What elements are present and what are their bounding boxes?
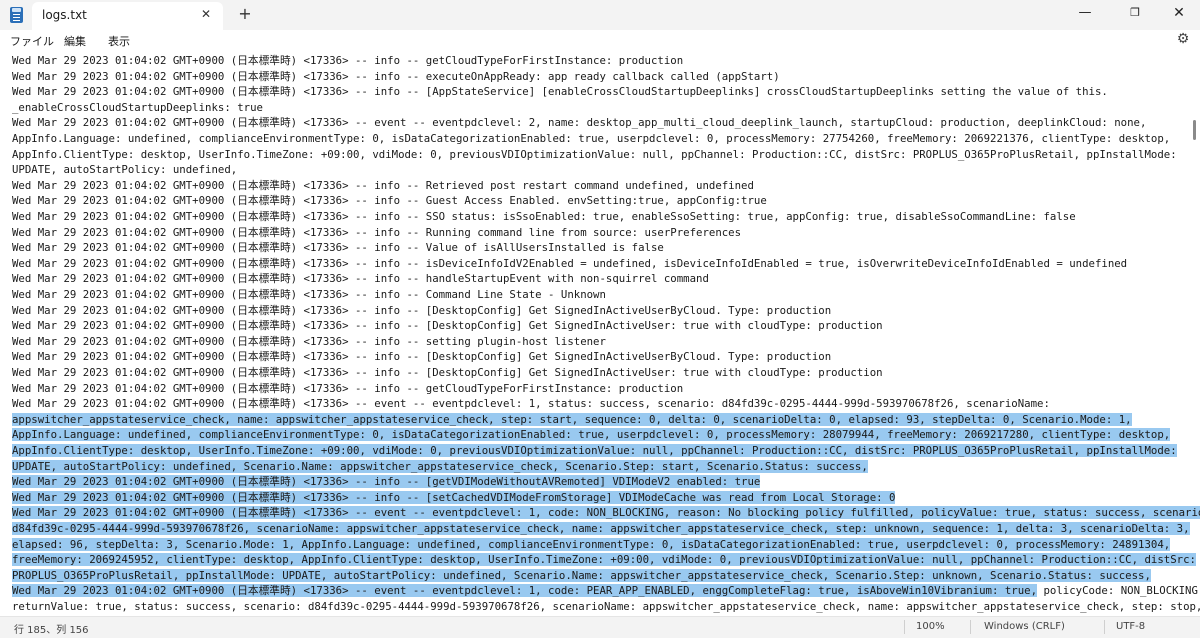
line-text: AppInfo.ClientType: desktop, UserInfo.Ti… (12, 147, 1177, 161)
line-text: Wed Mar 29 2023 01:04:02 GMT+0900 (日本標準時… (12, 194, 767, 208)
line-text: Wed Mar 29 2023 01:04:02 GMT+0900 (日本標準時… (12, 54, 684, 67)
selected-text: elapsed: 96, stepDelta: 3, Scenario.Mode… (12, 537, 1171, 551)
cursor-position: 行 185、列 156 (14, 625, 89, 636)
maximize-button[interactable]: ❐ (1112, 0, 1158, 30)
line-text: Wed Mar 29 2023 01:04:02 GMT+0900 (日本標準時… (12, 116, 1147, 130)
notepad-icon (10, 7, 23, 23)
line-text: UPDATE, autoStartPolicy: undefined, (12, 163, 238, 177)
text-line: appswitcher_appstateservice_check, name:… (12, 412, 1132, 428)
line-text: Wed Mar 29 2023 01:04:02 GMT+0900 (日本標準時… (12, 225, 742, 239)
text-line: Wed Mar 29 2023 01:04:02 GMT+0900 (日本標準時… (12, 303, 831, 319)
selected-text: AppInfo.Language: undefined, complianceE… (12, 428, 1171, 442)
zoom-level[interactable]: 100% (916, 621, 945, 632)
menu-file[interactable]: ファイル (10, 33, 54, 49)
text-line: elapsed: 96, stepDelta: 3, Scenario.Mode… (12, 537, 1171, 553)
selected-text: Wed Mar 29 2023 01:04:02 GMT+0900 (日本標準時… (12, 475, 761, 489)
close-window-button[interactable]: ✕ (1156, 0, 1200, 30)
new-tab-icon[interactable]: + (236, 4, 254, 24)
minimize-button[interactable]: — (1062, 0, 1108, 30)
selected-text: Wed Mar 29 2023 01:04:02 GMT+0900 (日本標準時… (12, 584, 1038, 598)
text-line: Wed Mar 29 2023 01:04:02 GMT+0900 (日本標準時… (12, 583, 1200, 599)
status-divider (1104, 620, 1105, 634)
line-text: Wed Mar 29 2023 01:04:02 GMT+0900 (日本標準時… (12, 210, 1076, 223)
line-text: Wed Mar 29 2023 01:04:02 GMT+0900 (日本標準時… (12, 350, 832, 364)
selected-text: PROPLUS_O365ProPlusRetail, ppInstallMode… (12, 568, 1151, 582)
text-line: Wed Mar 29 2023 01:04:02 GMT+0900 (日本標準時… (12, 365, 883, 381)
text-line: AppInfo.ClientType: desktop, UserInfo.Ti… (12, 147, 1177, 163)
text-line: Wed Mar 29 2023 01:04:02 GMT+0900 (日本標準時… (12, 240, 664, 256)
line-text: returnValue: true, status: success, scen… (12, 600, 1200, 613)
selected-text: freeMemory: 2069245952, clientType: desk… (12, 553, 1196, 567)
status-divider (904, 620, 905, 634)
line-text: Wed Mar 29 2023 01:04:02 GMT+0900 (日本標準時… (12, 288, 606, 301)
text-line: AppInfo.ClientType: desktop, UserInfo.Ti… (12, 443, 1177, 459)
encoding[interactable]: UTF-8 (1116, 621, 1145, 632)
selected-text: Wed Mar 29 2023 01:04:02 GMT+0900 (日本標準時… (12, 506, 1200, 520)
vertical-scrollbar[interactable] (1190, 52, 1200, 616)
line-text: Wed Mar 29 2023 01:04:02 GMT+0900 (日本標準時… (12, 303, 832, 317)
text-line: Wed Mar 29 2023 01:04:02 GMT+0900 (日本標準時… (12, 318, 883, 334)
close-tab-icon[interactable]: ✕ (197, 5, 215, 23)
line-text: _enableCrossCloudStartupDeeplinks: true (12, 100, 263, 114)
text-line: Wed Mar 29 2023 01:04:02 GMT+0900 (日本標準時… (12, 334, 606, 350)
text-editor[interactable]: Wed Mar 29 2023 01:04:02 GMT+0900 (日本標準時… (0, 52, 1200, 616)
line-text: Wed Mar 29 2023 01:04:02 GMT+0900 (日本標準時… (12, 178, 754, 192)
text-line: Wed Mar 29 2023 01:04:02 GMT+0900 (日本標準時… (12, 381, 683, 397)
text-line: Wed Mar 29 2023 01:04:02 GMT+0900 (日本標準時… (12, 209, 1076, 225)
text-line: returnValue: true, status: success, scen… (12, 599, 1200, 615)
text-line: Wed Mar 29 2023 01:04:02 GMT+0900 (日本標準時… (12, 474, 761, 490)
line-text: AppInfo.Language: undefined, complianceE… (12, 132, 1171, 145)
line-text: Wed Mar 29 2023 01:04:02 GMT+0900 (日本標準時… (12, 366, 883, 379)
text-line: _enableCrossCloudStartupDeeplinks: true (12, 100, 263, 116)
status-divider (970, 620, 971, 634)
text-line: Wed Mar 29 2023 01:04:02 GMT+0900 (日本標準時… (12, 193, 767, 209)
text-line: d84fd39c-0295-4444-999d-593970678f26, sc… (12, 521, 1190, 537)
line-text: policyCode: NON_BLOCKING, (1037, 584, 1200, 598)
text-line: Wed Mar 29 2023 01:04:02 GMT+0900 (日本標準時… (12, 490, 896, 506)
text-line: Wed Mar 29 2023 01:04:02 GMT+0900 (日本標準時… (12, 84, 1108, 100)
tab-title: logs.txt (42, 8, 87, 22)
selected-text: UPDATE, autoStartPolicy: undefined, Scen… (12, 459, 868, 473)
line-text: Wed Mar 29 2023 01:04:02 GMT+0900 (日本標準時… (12, 241, 664, 255)
text-line: Wed Mar 29 2023 01:04:02 GMT+0900 (日本標準時… (12, 271, 709, 287)
text-line: freeMemory: 2069245952, clientType: desk… (12, 552, 1196, 568)
text-line: UPDATE, autoStartPolicy: undefined, (12, 162, 237, 178)
scrollbar-thumb[interactable] (1193, 120, 1196, 140)
text-line: AppInfo.Language: undefined, complianceE… (12, 427, 1171, 443)
line-text: Wed Mar 29 2023 01:04:02 GMT+0900 (日本標準時… (12, 272, 709, 286)
text-line: Wed Mar 29 2023 01:04:02 GMT+0900 (日本標準時… (12, 349, 831, 365)
selected-text: d84fd39c-0295-4444-999d-593970678f26, sc… (12, 522, 1190, 535)
menu-bar: ファイル 編集 表示 ⚙ (0, 30, 1200, 52)
text-line: Wed Mar 29 2023 01:04:02 GMT+0900 (日本標準時… (12, 225, 741, 241)
line-text: Wed Mar 29 2023 01:04:02 GMT+0900 (日本標準時… (12, 256, 1128, 270)
menu-view[interactable]: 表示 (108, 33, 130, 49)
title-bar: logs.txt ✕ + — ❐ ✕ (0, 0, 1200, 30)
text-line: Wed Mar 29 2023 01:04:02 GMT+0900 (日本標準時… (12, 256, 1127, 272)
text-line: Wed Mar 29 2023 01:04:02 GMT+0900 (日本標準時… (12, 287, 606, 303)
line-text: Wed Mar 29 2023 01:04:02 GMT+0900 (日本標準時… (12, 381, 684, 395)
text-line: Wed Mar 29 2023 01:04:02 GMT+0900 (日本標準時… (12, 505, 1200, 521)
selected-text: AppInfo.ClientType: desktop, UserInfo.Ti… (12, 444, 1177, 457)
menu-edit[interactable]: 編集 (64, 33, 86, 49)
selected-text: appswitcher_appstateservice_check, name:… (12, 412, 1132, 426)
text-line: Wed Mar 29 2023 01:04:02 GMT+0900 (日本標準時… (12, 178, 754, 194)
text-line: Wed Mar 29 2023 01:04:02 GMT+0900 (日本標準時… (12, 53, 683, 69)
settings-gear-icon[interactable]: ⚙ (1174, 30, 1192, 48)
line-text: Wed Mar 29 2023 01:04:02 GMT+0900 (日本標準時… (12, 85, 1108, 99)
line-ending[interactable]: Windows (CRLF) (984, 621, 1065, 632)
tab-logs-txt[interactable]: logs.txt ✕ (32, 2, 223, 30)
status-bar: 行 185、列 156 100% Windows (CRLF) UTF-8 (0, 616, 1200, 638)
line-text: Wed Mar 29 2023 01:04:02 GMT+0900 (日本標準時… (12, 69, 780, 83)
line-text: Wed Mar 29 2023 01:04:02 GMT+0900 (日本標準時… (12, 334, 606, 348)
line-text: Wed Mar 29 2023 01:04:02 GMT+0900 (日本標準時… (12, 397, 1050, 411)
text-line: AppInfo.Language: undefined, complianceE… (12, 131, 1170, 147)
text-line: Wed Mar 29 2023 01:04:02 GMT+0900 (日本標準時… (12, 396, 1050, 412)
text-line: PROPLUS_O365ProPlusRetail, ppInstallMode… (12, 568, 1151, 584)
line-text: Wed Mar 29 2023 01:04:02 GMT+0900 (日本標準時… (12, 319, 883, 333)
text-line: Wed Mar 29 2023 01:04:02 GMT+0900 (日本標準時… (12, 69, 780, 85)
selected-text: Wed Mar 29 2023 01:04:02 GMT+0900 (日本標準時… (12, 490, 896, 504)
text-line: Wed Mar 29 2023 01:04:02 GMT+0900 (日本標準時… (12, 115, 1146, 131)
text-line: UPDATE, autoStartPolicy: undefined, Scen… (12, 459, 868, 475)
